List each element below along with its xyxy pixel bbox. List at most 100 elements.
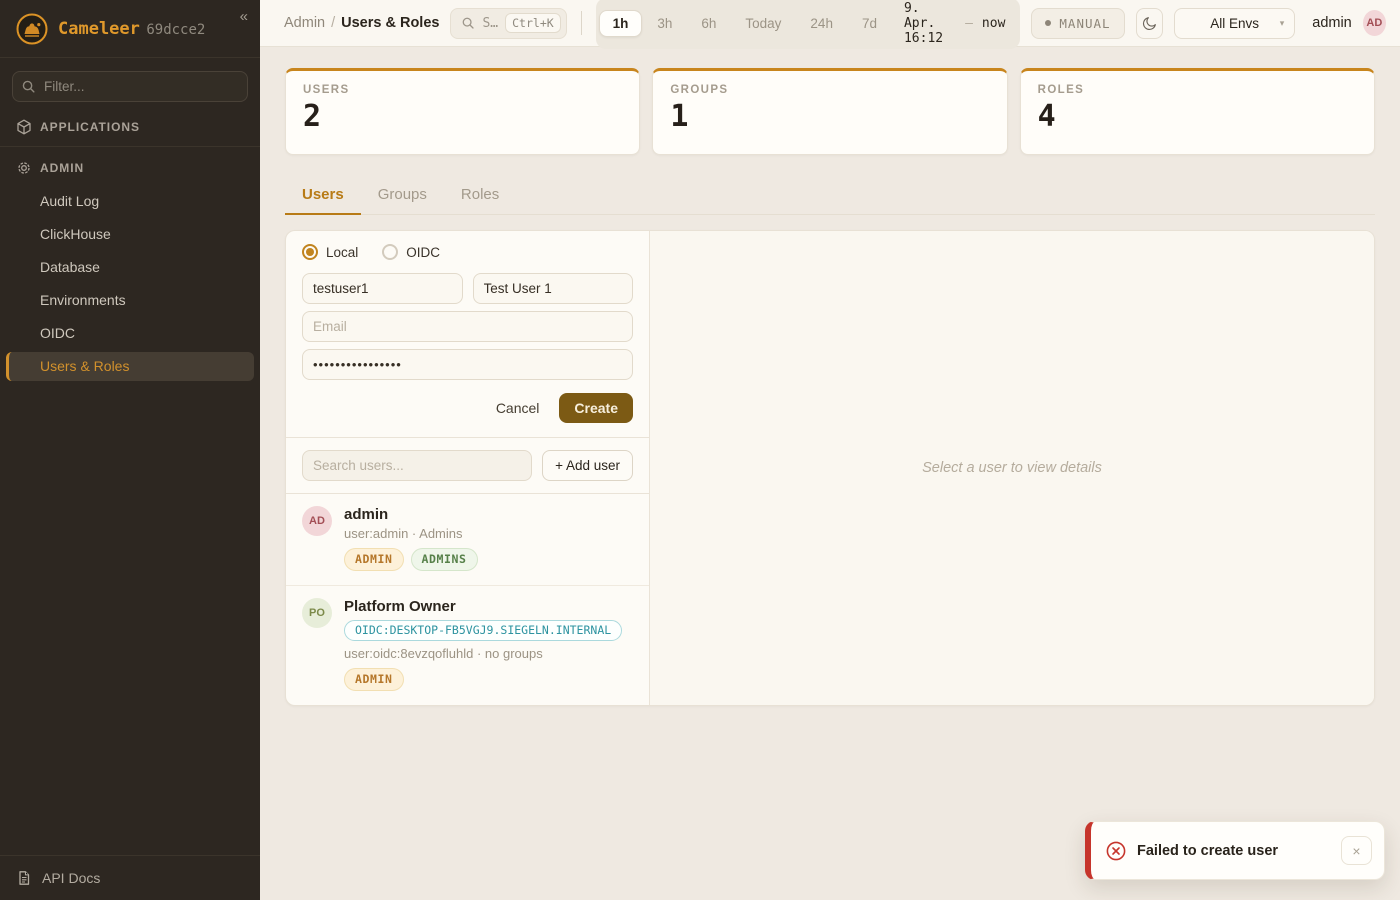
password-field[interactable] [302, 349, 633, 380]
time-range-group: 1h 3h 6h Today 24h 7d 9. Apr. 16:12 — no… [596, 0, 1021, 49]
avatar: PO [302, 598, 332, 628]
collapse-sidebar-icon[interactable]: « [240, 8, 248, 25]
sidebar-item-users-roles[interactable]: Users & Roles [6, 352, 254, 381]
sidebar-item-audit-log[interactable]: Audit Log [0, 187, 260, 216]
radio-oidc[interactable]: OIDC [382, 244, 440, 260]
create-user-form: Local OIDC Cancel Create [286, 231, 649, 438]
api-docs-label: API Docs [42, 870, 100, 886]
radio-label: OIDC [406, 245, 440, 260]
tab-users[interactable]: Users [285, 177, 361, 215]
radio-selected-icon [302, 244, 318, 260]
oidc-provider-badge: OIDC:DESKTOP-FB5VGJ9.SIEGELN.INTERNAL [344, 620, 622, 641]
stat-label: GROUPS [670, 84, 989, 96]
user-avatar[interactable]: AD [1363, 10, 1386, 36]
sidebar-logo: Cameleer 69dcce2 « [0, 0, 260, 58]
tab-roles[interactable]: Roles [444, 177, 516, 214]
time-from: 9. Apr. 16:12 [904, 1, 956, 46]
radio-local[interactable]: Local [302, 244, 358, 260]
current-username: admin [1312, 15, 1352, 31]
sidebar-item-clickhouse[interactable]: ClickHouse [0, 220, 260, 249]
sidebar-item-environments[interactable]: Environments [0, 286, 260, 315]
stat-label: ROLES [1038, 84, 1357, 96]
user-name: Platform Owner [344, 598, 622, 615]
breadcrumb-page: Users & Roles [341, 15, 439, 31]
stat-value: 4 [1038, 100, 1357, 133]
time-range-3h[interactable]: 3h [643, 10, 686, 37]
sidebar-filter-input[interactable] [12, 71, 248, 102]
radio-label: Local [326, 245, 358, 260]
user-search-row: + Add user [286, 438, 649, 494]
section-label: ADMIN [40, 161, 84, 175]
main-content: USERS 2 GROUPS 1 ROLES 4 Users Groups Ro… [260, 47, 1400, 900]
applications-cube-icon [16, 119, 32, 135]
user-meta: user:admin · Admins [344, 526, 478, 541]
user-detail-panel: Select a user to view details [650, 231, 1374, 705]
sidebar-item-oidc[interactable]: OIDC [0, 319, 260, 348]
stat-card-users: USERS 2 [285, 68, 640, 155]
add-user-button[interactable]: + Add user [542, 450, 633, 481]
cancel-button[interactable]: Cancel [496, 400, 540, 416]
users-panel: Local OIDC Cancel Create [285, 230, 1375, 706]
stat-card-roles: ROLES 4 [1020, 68, 1375, 155]
refresh-mode-badge[interactable]: MANUAL [1031, 8, 1124, 39]
tab-groups[interactable]: Groups [361, 177, 444, 214]
auth-type-radios: Local OIDC [302, 244, 633, 260]
stat-label: USERS [303, 84, 622, 96]
app-title: Cameleer [58, 19, 140, 39]
time-to: now [982, 16, 1005, 31]
section-label: APPLICATIONS [40, 120, 140, 134]
time-range-display[interactable]: 9. Apr. 16:12 — now [892, 1, 1017, 46]
empty-state-message: Select a user to view details [922, 460, 1102, 476]
time-range-today[interactable]: Today [731, 10, 795, 37]
error-toast: Failed to create user × [1085, 821, 1385, 880]
search-icon [461, 16, 475, 30]
moon-icon [1141, 15, 1158, 32]
search-users-input[interactable] [302, 450, 532, 481]
username-field[interactable] [302, 273, 463, 304]
admin-gear-icon [16, 160, 32, 176]
search-placeholder: S… [482, 16, 498, 31]
sidebar-divider [0, 146, 260, 147]
sidebar-filter [12, 71, 248, 102]
email-field[interactable] [302, 311, 633, 342]
create-button[interactable]: Create [559, 393, 633, 423]
breadcrumb: Admin / Users & Roles [284, 15, 439, 31]
role-badge: ADMIN [344, 548, 404, 571]
error-circle-icon [1106, 841, 1126, 861]
display-name-field[interactable] [473, 273, 634, 304]
radio-unselected-icon [382, 244, 398, 260]
group-badge: ADMINS [411, 548, 478, 571]
time-range-7d[interactable]: 7d [848, 10, 891, 37]
shortcut-badge: Ctrl+K [505, 13, 561, 33]
stat-card-groups: GROUPS 1 [652, 68, 1007, 155]
top-header: Admin / Users & Roles S… Ctrl+K 1h 3h 6h T… [260, 0, 1400, 47]
environment-select[interactable]: All Envs ▾ [1174, 8, 1295, 39]
breadcrumb-separator: / [331, 15, 335, 31]
status-dot-icon [1045, 20, 1051, 26]
user-list-item-admin[interactable]: AD admin user:admin · Admins ADMIN ADMIN… [286, 494, 649, 586]
environment-value: All Envs [1189, 16, 1279, 31]
sidebar-section-admin[interactable]: ADMIN [0, 149, 260, 185]
sidebar-item-database[interactable]: Database [0, 253, 260, 282]
breadcrumb-section[interactable]: Admin [284, 15, 325, 31]
api-docs-link[interactable]: API Docs [0, 855, 260, 900]
user-name: admin [344, 506, 478, 523]
toast-message: Failed to create user [1137, 843, 1330, 859]
global-search[interactable]: S… Ctrl+K [450, 8, 566, 39]
time-range-24h[interactable]: 24h [796, 10, 847, 37]
tab-bar: Users Groups Roles [285, 177, 1375, 215]
search-icon [21, 79, 36, 94]
close-icon[interactable]: × [1341, 836, 1372, 865]
sidebar-section-applications[interactable]: APPLICATIONS [0, 108, 260, 144]
stat-value: 2 [303, 100, 622, 133]
role-badge: ADMIN [344, 668, 404, 691]
time-range-6h[interactable]: 6h [687, 10, 730, 37]
theme-toggle-button[interactable] [1136, 8, 1164, 39]
chevron-down-icon: ▾ [1280, 18, 1285, 29]
user-list-item-platform-owner[interactable]: PO Platform Owner OIDC:DESKTOP-FB5VGJ9.S… [286, 586, 649, 705]
time-separator: — [965, 16, 973, 31]
sidebar: Cameleer 69dcce2 « APPLICATIONS ADMIN Au… [0, 0, 260, 900]
avatar: AD [302, 506, 332, 536]
time-range-1h[interactable]: 1h [599, 10, 643, 37]
document-icon [16, 870, 32, 886]
